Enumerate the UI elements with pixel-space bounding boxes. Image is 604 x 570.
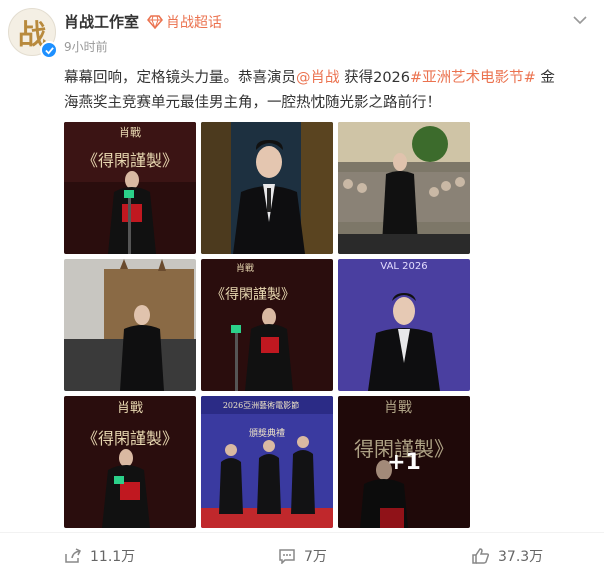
svg-text:《得閑謹製》: 《得閑謹製》 (211, 286, 295, 303)
action-bar: 11.1万 7万 37.3万 (0, 540, 604, 570)
image-grid: 肖戰 《得閑謹製》 肖戰 《得閑謹製》 VAL 2026 肖戰 《得閑謹製》 2… (64, 122, 470, 528)
svg-text:《得閑謹製》: 《得閑謹製》 (82, 151, 178, 170)
photo-thumbnail[interactable]: 肖戰 得閑謹製》 +1 (338, 396, 470, 528)
photo-thumbnail[interactable] (338, 122, 470, 254)
svg-text:肖戰: 肖戰 (117, 401, 143, 416)
comment-button[interactable]: 7万 (278, 546, 327, 566)
svg-text:2026亞洲藝術電影節: 2026亞洲藝術電影節 (223, 400, 299, 410)
svg-text:VAL 2026: VAL 2026 (380, 261, 427, 272)
divider (0, 532, 604, 533)
more-menu-icon[interactable] (570, 10, 590, 30)
comment-icon (279, 549, 295, 564)
svg-text:肖戰: 肖戰 (236, 262, 254, 274)
photo-thumbnail[interactable]: VAL 2026 (338, 259, 470, 391)
diamond-icon (147, 14, 163, 29)
share-button[interactable]: 11.1万 (64, 546, 135, 566)
share-icon (65, 548, 82, 563)
svg-text:頒獎典禮: 頒獎典禮 (249, 427, 285, 439)
svg-text:肖戰: 肖戰 (119, 125, 141, 139)
like-count: 37.3万 (498, 549, 544, 565)
svg-text:《得閑謹製》: 《得閑謹製》 (82, 429, 178, 448)
post-text-part: 获得2026 (339, 70, 411, 86)
photo-thumbnail[interactable] (201, 122, 333, 254)
super-topic-label: 肖战超话 (166, 14, 223, 31)
more-images-overlay[interactable]: +1 (338, 396, 470, 528)
author-name[interactable]: 肖战工作室 (64, 11, 139, 32)
super-topic-link[interactable]: 肖战超话 (147, 12, 222, 32)
post-text-part: 幕幕回响，定格镜头力量。恭喜演员 (64, 70, 296, 86)
post-time[interactable]: 9小时前 (64, 38, 108, 55)
photo-thumbnail[interactable] (64, 259, 196, 391)
author-row: 肖战工作室 肖战超话 (64, 11, 222, 32)
photo-thumbnail[interactable]: 肖戰 《得閑謹製》 (64, 396, 196, 528)
photo-thumbnail[interactable]: 肖戰 《得閑謹製》 (201, 259, 333, 391)
like-button[interactable]: 37.3万 (472, 546, 543, 566)
photo-thumbnail[interactable]: 肖戰 《得閑謹製》 (64, 122, 196, 254)
verified-badge-icon (40, 41, 58, 59)
photo-thumbnail[interactable]: 2026亞洲藝術電影節 頒獎典禮 (201, 396, 333, 528)
post-text: 幕幕回响，定格镜头力量。恭喜演员@肖战 获得2026#亚洲艺术电影节# 金海燕奖… (64, 66, 564, 116)
comment-count: 7万 (304, 549, 327, 565)
thumbs-up-icon (472, 548, 490, 564)
hashtag-link[interactable]: #亚洲艺术电影节# (410, 70, 536, 86)
share-count: 11.1万 (90, 549, 136, 565)
mention-link[interactable]: @肖战 (296, 70, 340, 86)
